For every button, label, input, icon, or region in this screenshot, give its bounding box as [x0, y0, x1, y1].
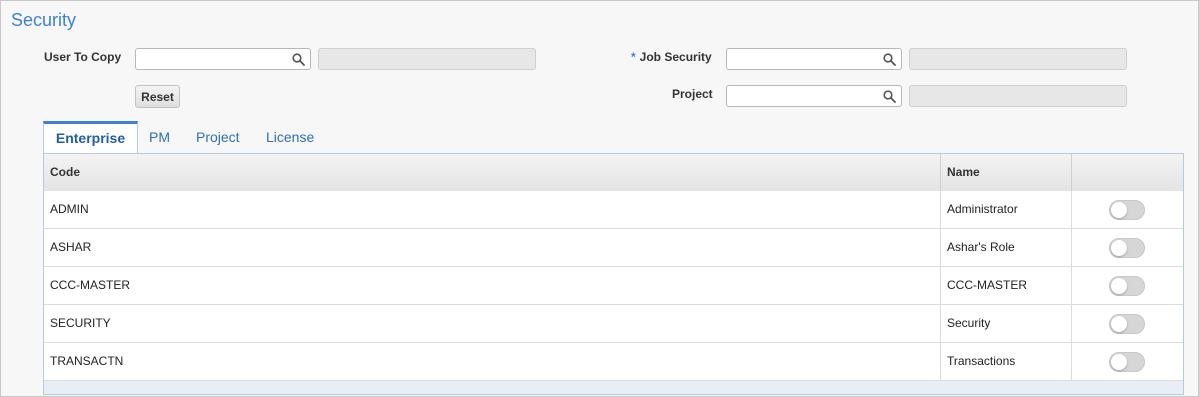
- role-toggle[interactable]: [1109, 200, 1145, 220]
- toggle-knob: [1111, 202, 1127, 218]
- job-security-input[interactable]: [727, 49, 867, 69]
- search-icon[interactable]: [883, 53, 896, 66]
- name-cell: CCC-MASTER: [941, 267, 1072, 304]
- toggle-knob: [1111, 240, 1127, 256]
- code-cell: ADMIN: [44, 191, 941, 228]
- search-icon[interactable]: [292, 53, 305, 66]
- page-title: Security: [11, 10, 77, 30]
- tab-project[interactable]: Project: [196, 121, 240, 154]
- tab-license[interactable]: License: [266, 121, 314, 154]
- toggle-cell: [1072, 229, 1183, 266]
- search-icon[interactable]: [883, 90, 896, 103]
- role-toggle[interactable]: [1109, 314, 1145, 334]
- user-to-copy-label: User To Copy: [44, 50, 122, 64]
- project-lookup[interactable]: [726, 85, 902, 107]
- toggle-cell: [1072, 305, 1183, 342]
- project-input[interactable]: [727, 86, 867, 106]
- project-description: [909, 85, 1127, 107]
- job-security-lookup[interactable]: [726, 48, 902, 70]
- toggle-cell: [1072, 343, 1183, 380]
- grid-header: Code Name: [44, 154, 1183, 192]
- user-to-copy-description: [318, 48, 536, 70]
- security-panel: Security User To Copy Reset * Job Securit…: [0, 0, 1199, 397]
- tab-enterprise[interactable]: Enterprise: [43, 121, 138, 154]
- table-row[interactable]: TRANSACTN Transactions: [44, 343, 1183, 381]
- column-header-code[interactable]: Code: [44, 154, 941, 191]
- column-header-toggle: [1072, 154, 1183, 191]
- toggle-cell: [1072, 267, 1183, 304]
- column-header-name[interactable]: Name: [941, 154, 1072, 191]
- toggle-knob: [1111, 316, 1127, 332]
- name-cell: Ashar's Role: [941, 229, 1072, 266]
- table-row[interactable]: ADMIN Administrator: [44, 191, 1183, 229]
- code-cell: SECURITY: [44, 305, 941, 342]
- user-to-copy-lookup[interactable]: [135, 48, 311, 70]
- code-cell: ASHAR: [44, 229, 941, 266]
- user-to-copy-input[interactable]: [136, 49, 276, 69]
- code-cell: TRANSACTN: [44, 343, 941, 380]
- project-label: Project: [672, 87, 713, 101]
- table-row[interactable]: SECURITY Security: [44, 305, 1183, 343]
- job-security-label-text: Job Security: [639, 50, 712, 64]
- code-cell: CCC-MASTER: [44, 267, 941, 304]
- role-toggle[interactable]: [1109, 276, 1145, 296]
- role-toggle[interactable]: [1109, 352, 1145, 372]
- role-toggle[interactable]: [1109, 238, 1145, 258]
- table-row[interactable]: ASHAR Ashar's Role: [44, 229, 1183, 267]
- name-cell: Security: [941, 305, 1072, 342]
- job-security-description: [909, 48, 1127, 70]
- toggle-knob: [1111, 354, 1127, 370]
- reset-button[interactable]: Reset: [135, 85, 180, 108]
- name-cell: Transactions: [941, 343, 1072, 380]
- required-marker: *: [631, 50, 636, 64]
- table-row[interactable]: CCC-MASTER CCC-MASTER: [44, 267, 1183, 305]
- security-grid: Code Name ADMIN Administrator ASHAR Asha…: [43, 153, 1184, 395]
- toggle-cell: [1072, 191, 1183, 228]
- toggle-knob: [1111, 278, 1127, 294]
- job-security-label: * Job Security: [631, 50, 712, 64]
- tab-pm[interactable]: PM: [149, 121, 170, 154]
- name-cell: Administrator: [941, 191, 1072, 228]
